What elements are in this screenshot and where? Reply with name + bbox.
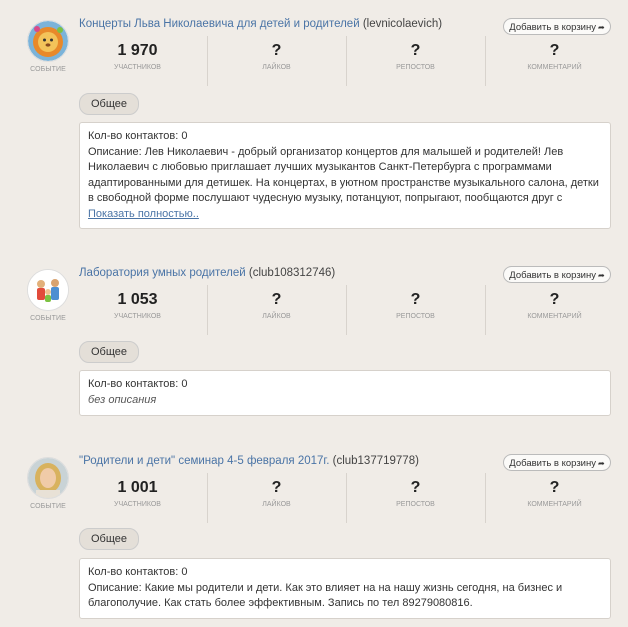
stat-value: ? bbox=[410, 291, 421, 308]
stat-label: РЕПОСТОВ bbox=[396, 64, 435, 71]
stat-participants: 1 970 УЧАСТНИКОВ bbox=[68, 36, 207, 86]
stat-value: 1 053 bbox=[117, 291, 158, 308]
description-box: Кол-во контактов: 0 Описание: Какие мы р… bbox=[79, 558, 611, 619]
title-handle: (levnicolaevich) bbox=[362, 18, 443, 30]
add-to-cart-button[interactable]: Добавить в корзину ➦ bbox=[503, 18, 611, 35]
stat-label: КОММЕНТАРИЙ bbox=[527, 501, 582, 508]
stat-value: ? bbox=[549, 291, 560, 308]
avatar[interactable] bbox=[27, 20, 69, 62]
stat-label: ЛАЙКОВ bbox=[262, 313, 291, 320]
contacts-count: Кол-во контактов: 0 bbox=[88, 566, 188, 578]
cart-button-label: Добавить в корзину bbox=[509, 458, 596, 469]
stat-comments: ? КОММЕНТАРИЙ bbox=[485, 285, 624, 335]
stat-reposts: ? РЕПОСТОВ bbox=[346, 285, 485, 335]
stat-comments: ? КОММЕНТАРИЙ bbox=[485, 36, 624, 86]
no-description-text: без описания bbox=[88, 393, 157, 406]
stat-likes: ? ЛАЙКОВ bbox=[207, 36, 346, 86]
description-text: Описание: Лев Николаевич - добрый органи… bbox=[88, 145, 599, 205]
description-text: Описание: Какие мы родители и дети. Как … bbox=[88, 581, 563, 610]
contacts-count: Кол-во контактов: 0 bbox=[88, 130, 188, 142]
add-to-cart-button[interactable]: Добавить в корзину ➦ bbox=[503, 454, 611, 471]
stat-value: ? bbox=[549, 42, 560, 59]
add-to-cart-button[interactable]: Добавить в корзину ➦ bbox=[503, 266, 611, 283]
title-link[interactable]: "Родители и дети" семинар 4-5 февраля 20… bbox=[79, 455, 329, 467]
stat-label: ЛАЙКОВ bbox=[262, 501, 291, 508]
stat-likes: ? ЛАЙКОВ bbox=[207, 473, 346, 523]
item-title: Лаборатория умных родителей (club1083127… bbox=[79, 267, 335, 279]
stat-participants: 1 053 УЧАСТНИКОВ bbox=[68, 285, 207, 335]
stats-row: 1 001 УЧАСТНИКОВ ? ЛАЙКОВ ? РЕПОСТОВ ? К… bbox=[66, 473, 624, 523]
share-arrow-icon: ➦ bbox=[598, 459, 605, 468]
title-handle: (club137719778) bbox=[332, 455, 419, 467]
stats-row: 1 053 УЧАСТНИКОВ ? ЛАЙКОВ ? РЕПОСТОВ ? К… bbox=[66, 285, 624, 335]
stat-value: ? bbox=[271, 479, 282, 496]
avatar[interactable] bbox=[27, 457, 69, 499]
title-link[interactable]: Лаборатория умных родителей bbox=[79, 267, 246, 279]
stat-value: 1 001 bbox=[117, 479, 158, 496]
title-link[interactable]: Концерты Льва Николаевича для детей и ро… bbox=[79, 18, 360, 30]
category-tag[interactable]: Общее bbox=[79, 93, 140, 115]
stat-value: 1 970 bbox=[117, 42, 158, 59]
stat-value: ? bbox=[410, 42, 421, 59]
person-photo-icon bbox=[28, 458, 68, 498]
contacts-count: Кол-во контактов: 0 bbox=[88, 378, 188, 390]
avatar-block: СОБЫТИЕ bbox=[26, 457, 70, 510]
item-title: Концерты Льва Николаевича для детей и ро… bbox=[79, 18, 442, 30]
stats-row: 1 970 УЧАСТНИКОВ ? ЛАЙКОВ ? РЕПОСТОВ ? К… bbox=[66, 36, 624, 86]
avatar-block: СОБЫТИЕ bbox=[26, 20, 70, 73]
stat-value: ? bbox=[410, 479, 421, 496]
stat-value: ? bbox=[549, 479, 560, 496]
family-icon bbox=[28, 270, 68, 310]
share-arrow-icon: ➦ bbox=[598, 23, 605, 32]
stat-label: УЧАСТНИКОВ bbox=[114, 64, 161, 71]
lion-icon bbox=[28, 21, 68, 61]
category-tag[interactable]: Общее bbox=[79, 341, 140, 363]
stat-label: УЧАСТНИКОВ bbox=[114, 501, 161, 508]
stat-reposts: ? РЕПОСТОВ bbox=[346, 36, 485, 86]
stat-comments: ? КОММЕНТАРИЙ bbox=[485, 473, 624, 523]
stat-label: РЕПОСТОВ bbox=[396, 313, 435, 320]
stat-value: ? bbox=[271, 42, 282, 59]
stat-label: КОММЕНТАРИЙ bbox=[527, 64, 582, 71]
avatar-block: СОБЫТИЕ bbox=[26, 269, 70, 322]
stat-label: РЕПОСТОВ bbox=[396, 501, 435, 508]
stat-label: КОММЕНТАРИЙ bbox=[527, 313, 582, 320]
cart-button-label: Добавить в корзину bbox=[509, 270, 596, 281]
cart-button-label: Добавить в корзину bbox=[509, 22, 596, 33]
stat-label: УЧАСТНИКОВ bbox=[114, 313, 161, 320]
stat-label: ЛАЙКОВ bbox=[262, 64, 291, 71]
category-tag[interactable]: Общее bbox=[79, 528, 140, 550]
title-handle: (club108312746) bbox=[248, 267, 336, 279]
show-more-link[interactable]: Показать полностью.. bbox=[88, 208, 199, 220]
stat-value: ? bbox=[271, 291, 282, 308]
stat-reposts: ? РЕПОСТОВ bbox=[346, 473, 485, 523]
avatar[interactable] bbox=[27, 269, 69, 311]
description-box: Кол-во контактов: 0 Описание: Лев Никола… bbox=[79, 122, 611, 229]
stat-likes: ? ЛАЙКОВ bbox=[207, 285, 346, 335]
item-title: "Родители и дети" семинар 4-5 февраля 20… bbox=[79, 455, 419, 467]
stat-participants: 1 001 УЧАСТНИКОВ bbox=[68, 473, 207, 523]
share-arrow-icon: ➦ bbox=[598, 271, 605, 280]
description-box: Кол-во контактов: 0 без описания bbox=[79, 370, 611, 416]
